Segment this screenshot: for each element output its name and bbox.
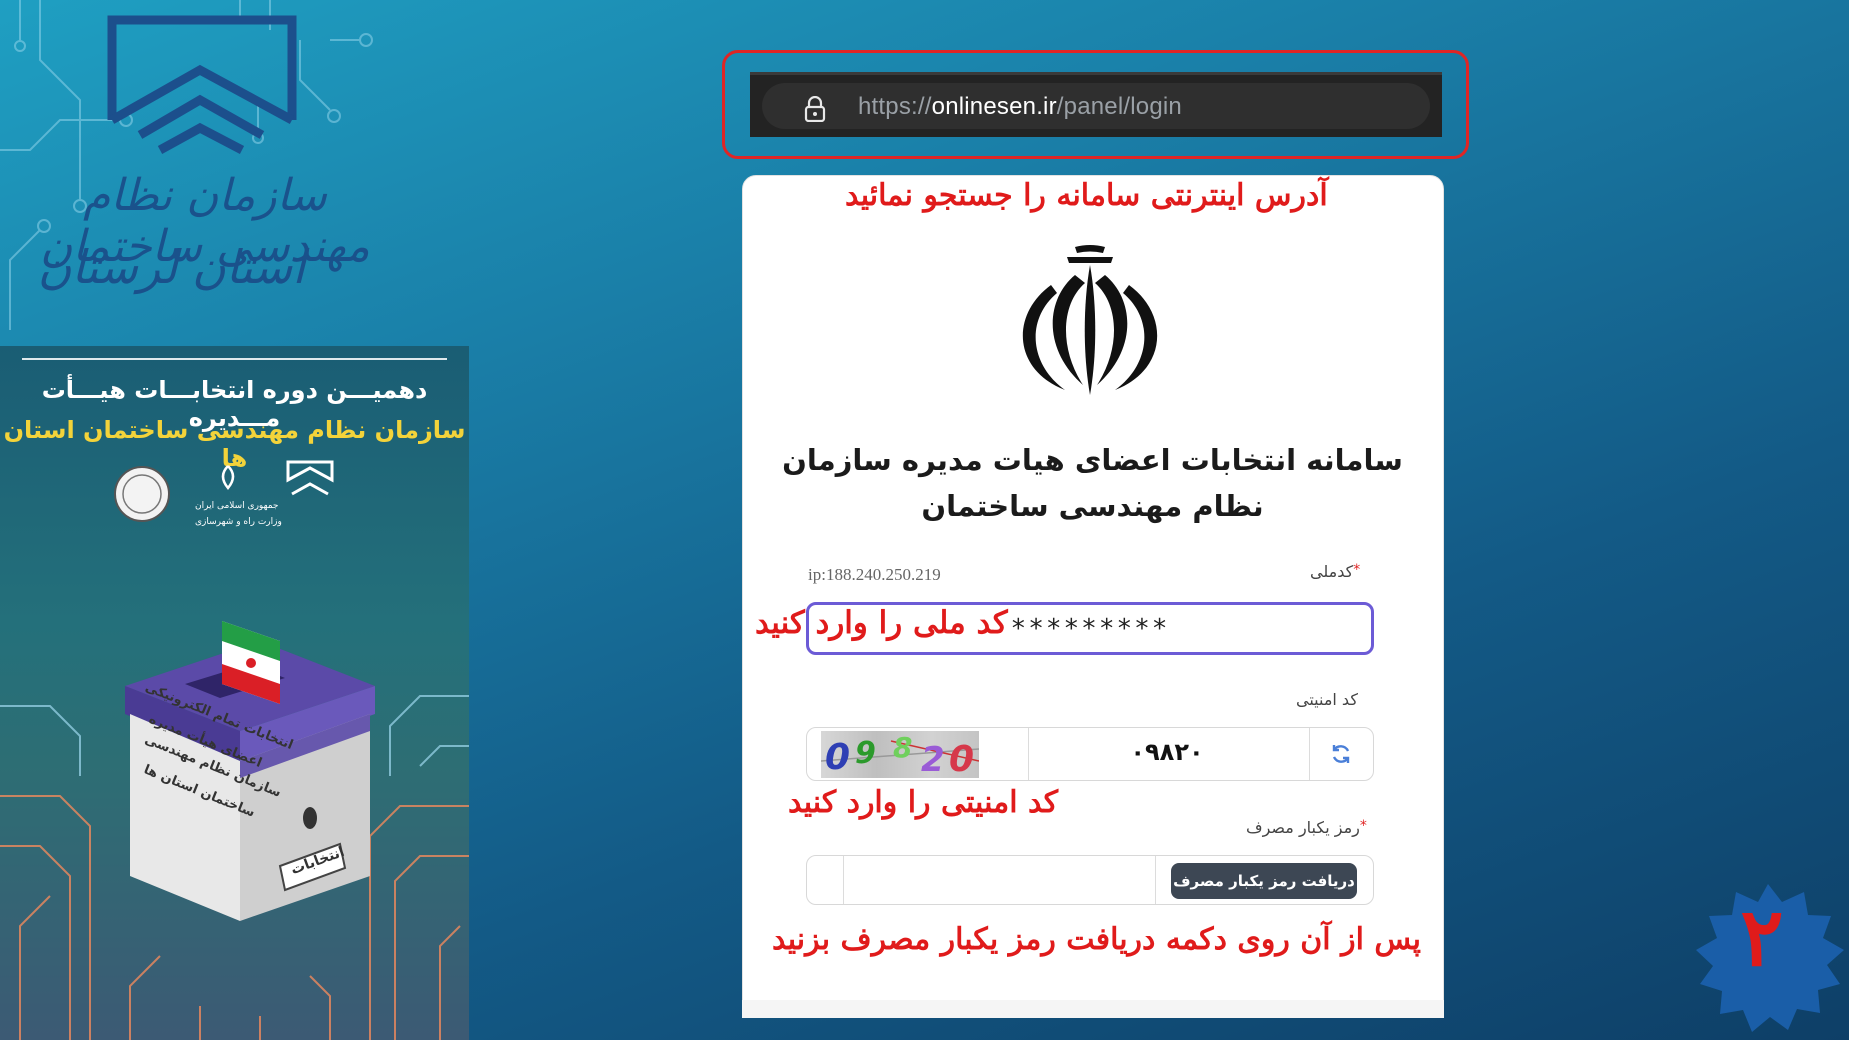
security-code-label: کد امنیتی — [1296, 690, 1358, 709]
security-code-input[interactable]: ۰۹۸۲۰ — [1067, 738, 1267, 766]
poster-divider — [22, 358, 447, 360]
divider — [1028, 728, 1029, 780]
election-poster: دهمیـــن دوره انتخابـــات هیـــأت مـــدی… — [0, 346, 469, 1040]
svg-text:2: 2 — [921, 740, 945, 778]
instruction-search-address: آدرس اینترنتی سامانه را جستجو نمائید — [845, 178, 1328, 213]
org-name-line2: استان لرستان — [37, 240, 305, 294]
required-mark: * — [1359, 818, 1367, 834]
url-host: onlinesen.ir — [931, 93, 1057, 120]
required-mark: * — [1353, 562, 1361, 578]
svg-text:8: 8 — [893, 731, 912, 764]
otp-label: *رمز یکبار مصرف — [1246, 818, 1367, 837]
svg-text:0: 0 — [825, 737, 850, 778]
otp-input[interactable] — [847, 858, 1151, 902]
national-code-label: *کدملی — [1310, 562, 1360, 581]
panel-footer-strip — [742, 1000, 1444, 1018]
captcha-image[interactable]: 0 9 8 2 0 — [821, 731, 979, 778]
lock-icon[interactable] — [804, 96, 826, 122]
url-text[interactable]: https://onlinesen.ir/panel/login — [858, 93, 1182, 121]
refresh-icon[interactable] — [1329, 742, 1353, 766]
ballot-box-illustration — [0, 621, 469, 1040]
url-field[interactable]: https://onlinesen.ir/panel/login — [762, 83, 1430, 129]
national-code-label-text: کدملی — [1310, 562, 1354, 581]
browser-address-bar[interactable]: https://onlinesen.ir/panel/login — [750, 72, 1442, 137]
url-scheme: https:// — [858, 93, 932, 120]
instruction-press-otp: پس از آن روی دکمه دریافت رمز یکبار مصرف … — [772, 922, 1421, 957]
system-title-line2: نظام مهندسی ساختمان — [921, 489, 1264, 523]
instruction-enter-security-code: کد امنیتی را وارد کنید — [788, 785, 1058, 820]
divider — [1155, 856, 1156, 904]
divider — [1309, 728, 1310, 780]
iran-emblem-icon — [1022, 245, 1158, 395]
step-number: ۲ — [1740, 890, 1784, 984]
org-name: سازمان نظام مهندسی ساختمان استان لرستان — [20, 150, 400, 340]
ministry-line2: وزارت راه و شهرسازی — [195, 517, 282, 527]
national-code-value: ********* — [1010, 613, 1170, 644]
otp-row: دریافت رمز یکبار مصرف — [806, 855, 1374, 905]
get-otp-button[interactable]: دریافت رمز یکبار مصرف — [1171, 863, 1357, 899]
system-title-line1: سامانه انتخابات اعضای هیات مدیره سازمان — [782, 443, 1403, 477]
captcha-noise: 0 9 8 2 0 — [821, 731, 979, 778]
svg-text:0: 0 — [949, 739, 974, 778]
system-title: سامانه انتخابات اعضای هیات مدیره سازمان … — [760, 437, 1425, 529]
instruction-enter-national-code: کد ملی را وارد کنید — [755, 605, 1008, 641]
otp-label-text: رمز یکبار مصرف — [1246, 818, 1360, 837]
url-path: /panel/login — [1056, 93, 1182, 120]
svg-text:9: 9 — [855, 736, 876, 771]
divider — [843, 856, 844, 904]
security-code-row: 0 9 8 2 0 ۰۹۸۲۰ — [806, 727, 1374, 781]
ip-address-text: ip:188.240.250.219 — [808, 565, 941, 584]
